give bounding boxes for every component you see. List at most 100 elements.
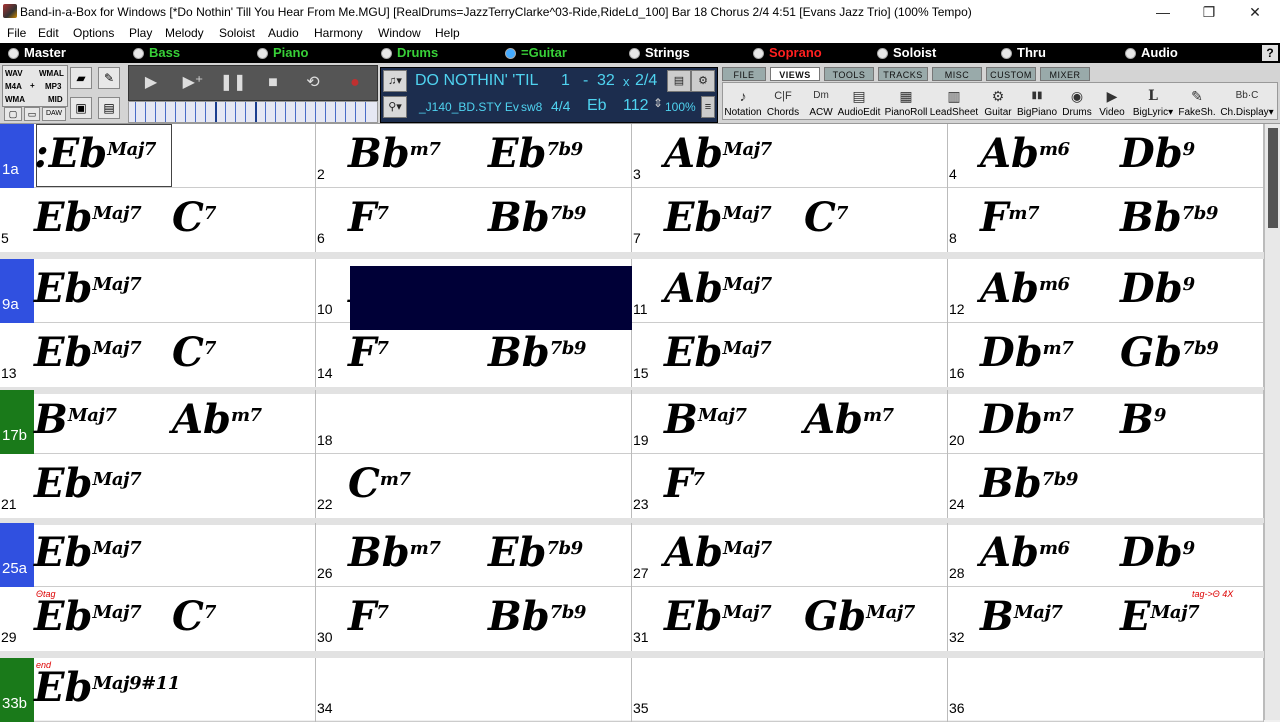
- choruses[interactable]: 2/4: [635, 72, 657, 90]
- chord-symbol[interactable]: F7: [664, 464, 705, 504]
- view-acw-button[interactable]: Dm ACW: [803, 83, 839, 121]
- bar-cell[interactable]: 7 EbMaj7 C7: [632, 188, 948, 252]
- daw-button[interactable]: DAW: [42, 107, 66, 121]
- format-wav[interactable]: WAV: [5, 69, 23, 78]
- piano-keyboard-strip[interactable]: [128, 101, 378, 123]
- open-file-button[interactable]: ▰: [70, 67, 92, 89]
- song-settings-button[interactable]: ⚙: [691, 70, 715, 92]
- chord-symbol[interactable]: Gb7b9: [488, 400, 587, 440]
- menu-audio[interactable]: Audio: [268, 26, 299, 40]
- view-bigpiano-button[interactable]: ▮▮ BigPiano: [1015, 83, 1059, 121]
- bar-cell[interactable]: 20 Dbm7 B9: [948, 390, 1264, 454]
- chord-symbol[interactable]: C7: [804, 198, 848, 238]
- menu-file[interactable]: File: [7, 26, 26, 40]
- chord-symbol[interactable]: Bb7b9: [488, 198, 586, 238]
- menu-window[interactable]: Window: [378, 26, 421, 40]
- tab-tracks[interactable]: TRACKS: [878, 67, 928, 81]
- close-button[interactable]: ✕: [1232, 0, 1278, 24]
- chord-symbol[interactable]: Eb7b9: [488, 533, 583, 573]
- bar-cell[interactable]: 31 EbMaj7 GbMaj7: [632, 587, 948, 651]
- chord-symbol[interactable]: F7: [348, 198, 389, 238]
- bar-cell[interactable]: 2 Bbm7 Eb7b9: [316, 124, 632, 188]
- chord-symbol[interactable]: Abm6: [980, 269, 1070, 309]
- bar-cell[interactable]: 28 Abm6 Db9: [948, 523, 1264, 587]
- tempo-menu-button[interactable]: ≡: [701, 96, 715, 118]
- chord-symbol[interactable]: EbMaj9#11: [34, 668, 180, 708]
- bar-cell[interactable]: 4 Abm6 Db9: [948, 124, 1264, 188]
- tab-custom[interactable]: CUSTOM: [986, 67, 1036, 81]
- bar-cell[interactable]: 30 F7 Bb7b9: [316, 587, 632, 651]
- time-signature[interactable]: 4/4: [551, 98, 570, 114]
- minimize-button[interactable]: —: [1140, 0, 1186, 24]
- loop-button[interactable]: ⟲: [295, 70, 331, 96]
- bar-cell[interactable]: 14 F7 Bb7b9: [316, 323, 632, 387]
- tab-views[interactable]: VIEWS: [770, 67, 820, 81]
- chord-symbol[interactable]: Dbm7: [980, 400, 1074, 440]
- menu-soloist[interactable]: Soloist: [219, 26, 255, 40]
- bar-cell[interactable]: 15 EbMaj7: [632, 323, 948, 387]
- chord-symbol[interactable]: F7: [348, 597, 389, 637]
- vertical-scrollbar[interactable]: [1264, 124, 1280, 720]
- chord-symbol[interactable]: Gb7b9: [1120, 333, 1219, 373]
- chord-symbol[interactable]: Abm6: [980, 134, 1070, 174]
- view-video-button[interactable]: ▶ Video: [1095, 83, 1129, 121]
- chord-symbol[interactable]: Dbm7: [348, 400, 442, 440]
- bar-cell[interactable]: 3 AbMaj7: [632, 124, 948, 188]
- view-audioedit-button[interactable]: ▤ AudioEdit: [837, 83, 881, 121]
- chord-symbol[interactable]: EbMaj7: [34, 198, 142, 238]
- bar-cell[interactable]: BMaj7 Abm7: [0, 390, 316, 454]
- bar-cell[interactable]: 19 BMaj7 Abm7: [632, 390, 948, 454]
- maximize-button[interactable]: ❐: [1186, 0, 1232, 24]
- start-bar[interactable]: 1: [561, 72, 570, 90]
- chord-symbol[interactable]: B9: [1120, 400, 1166, 440]
- chord-symbol[interactable]: EbMaj7: [34, 464, 142, 504]
- view-notation-button[interactable]: ♪ Notation: [723, 83, 763, 121]
- help-button[interactable]: ?: [1262, 45, 1278, 61]
- chord-symbol[interactable]: Eb7b9: [488, 134, 583, 174]
- chord-symbol[interactable]: AbMaj7: [664, 269, 772, 309]
- bar-cell[interactable]: 36: [948, 658, 1264, 722]
- tab-mixer[interactable]: MIXER: [1040, 67, 1090, 81]
- chord-symbol[interactable]: EbMaj7: [664, 597, 772, 637]
- format-m4a[interactable]: M4A: [5, 82, 22, 91]
- menu-options[interactable]: Options: [73, 26, 114, 40]
- bar-cell[interactable]: 16 Dbm7 Gb7b9: [948, 323, 1264, 387]
- chord-symbol[interactable]: Cm7: [348, 464, 411, 504]
- bar-cell[interactable]: 12 Abm6 Db9: [948, 259, 1264, 323]
- format-wma[interactable]: WMA: [5, 95, 25, 104]
- chord-symbol[interactable]: EbMaj7: [34, 333, 142, 373]
- view-guitar-button[interactable]: ⚙ Guitar: [981, 83, 1015, 121]
- bar-cell[interactable]: 22 Cm7: [316, 454, 632, 518]
- view-chorddisplay-button[interactable]: Bb·C Ch.Display▾: [1217, 83, 1277, 121]
- bar-cell[interactable]: 13 EbMaj7 C7: [0, 323, 316, 387]
- bar-cell[interactable]: 24 Bb7b9: [948, 454, 1264, 518]
- tab-file[interactable]: FILE: [722, 67, 766, 81]
- chord-symbol[interactable]: Bb7b9: [1120, 198, 1218, 238]
- scrollbar-thumb[interactable]: [1268, 128, 1278, 228]
- song-title[interactable]: DO NOTHIN' 'TIL: [415, 72, 538, 90]
- chord-symbol[interactable]: Abm7: [804, 400, 894, 440]
- chord-symbol[interactable]: BMaj7: [34, 400, 117, 440]
- format-mid[interactable]: MID: [48, 95, 63, 104]
- save-button[interactable]: ▣: [70, 97, 92, 119]
- format-mp3[interactable]: MP3: [45, 82, 61, 91]
- chord-symbol[interactable]: BMaj7: [664, 400, 747, 440]
- chord-symbol[interactable]: Abm6: [980, 533, 1070, 573]
- tab-tools[interactable]: TOOLS: [824, 67, 874, 81]
- song-menu-button[interactable]: ♫▾: [383, 70, 407, 92]
- menu-help[interactable]: Help: [435, 26, 460, 40]
- tempo[interactable]: 112: [623, 97, 649, 115]
- play-from-button[interactable]: ▶⁺: [175, 70, 211, 96]
- end-bar[interactable]: 32: [597, 72, 615, 90]
- render-format-box[interactable]: WAV WMAL M4A + MP3 WMA MID: [2, 65, 68, 107]
- chord-symbol[interactable]: C7: [172, 333, 216, 373]
- menu-harmony[interactable]: Harmony: [314, 26, 363, 40]
- menu-melody[interactable]: Melody: [165, 26, 204, 40]
- view-fakesheet-button[interactable]: ✎ FakeSh.: [1177, 83, 1217, 121]
- chord-symbol[interactable]: Bbm7: [348, 533, 441, 573]
- view-leadsheet-button[interactable]: ▥ LeadSheet: [929, 83, 979, 121]
- window-toggle-button[interactable]: ▭: [24, 107, 40, 121]
- bar-cell[interactable]: 27 AbMaj7: [632, 523, 948, 587]
- pause-button[interactable]: ❚❚: [215, 70, 251, 96]
- chord-symbol[interactable]: :EbMaj7: [34, 134, 156, 174]
